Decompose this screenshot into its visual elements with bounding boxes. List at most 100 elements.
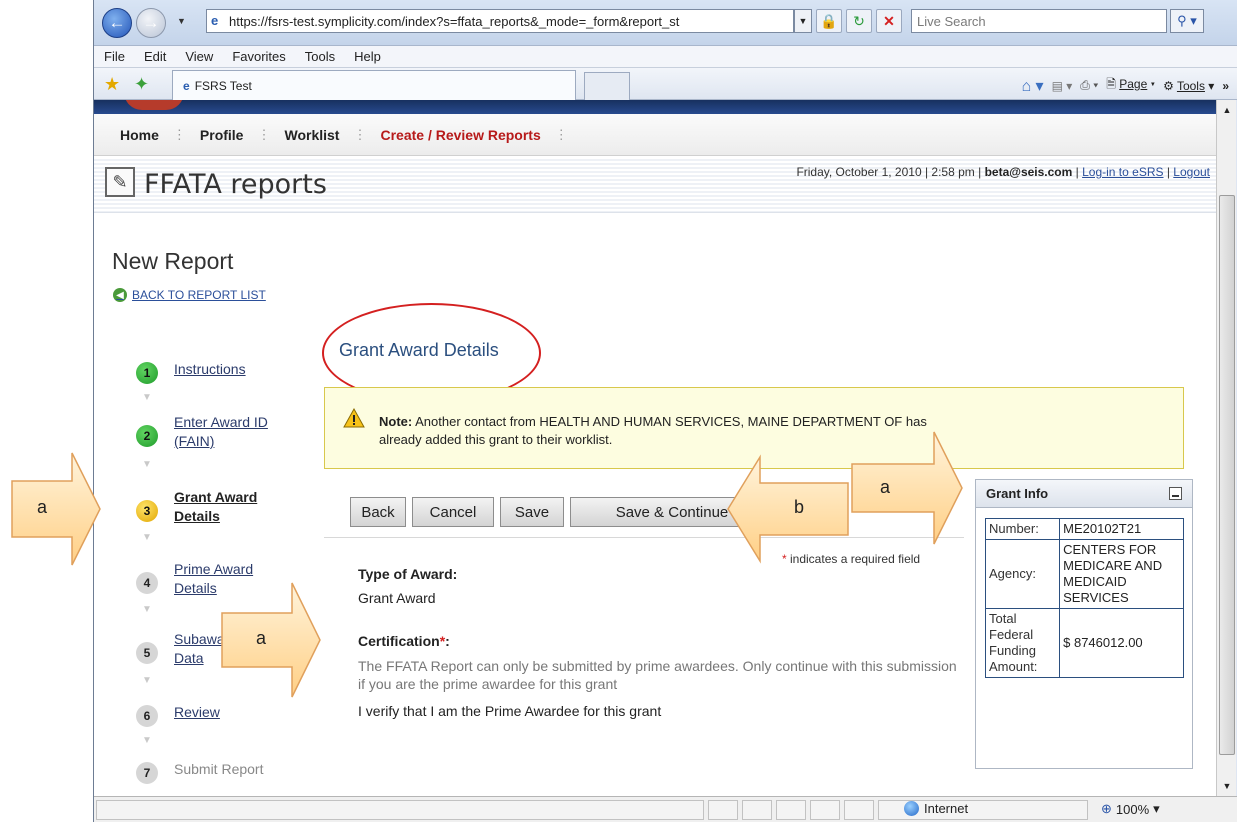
favorites-star-icon[interactable]: ★	[104, 74, 120, 95]
search-icon[interactable]: ⚲ ▾	[1170, 9, 1204, 33]
save-continue-button[interactable]: Save & Continue	[570, 497, 774, 527]
back-link-label: BACK TO REPORT LIST	[132, 288, 266, 302]
grant-info-panel: Grant Info Number: ME20102T21 Agency: CE…	[975, 479, 1193, 769]
app-header: ✎ FFATA reports Friday, October 1, 2010 …	[94, 157, 1216, 213]
back-circle-icon: ◀	[113, 288, 127, 302]
step-prime-award-details[interactable]: 4 Prime Award Details	[136, 560, 264, 598]
report-edit-icon: ✎	[105, 167, 135, 197]
step-submit-report: 7 Submit Report	[136, 760, 263, 784]
scroll-up-arrow-icon[interactable]: ▲	[1219, 102, 1235, 118]
menu-edit[interactable]: Edit	[144, 49, 166, 64]
overflow-chevron-icon[interactable]: »	[1222, 79, 1229, 93]
status-pane	[776, 800, 806, 820]
menu-file[interactable]: File	[104, 49, 125, 64]
back-arrow-icon[interactable]: ←	[102, 8, 132, 38]
step-instructions[interactable]: 1 Instructions	[136, 360, 246, 384]
step-grant-award-details[interactable]: 3 Grant Award Details	[136, 488, 264, 526]
ie-page-icon: e	[211, 13, 219, 28]
funding-value: $ 8746012.00	[1059, 608, 1184, 678]
seal-graphic	[124, 100, 184, 110]
feeds-icon[interactable]: ▤ ▾	[1052, 79, 1073, 93]
nav-worklist[interactable]: Worklist	[284, 127, 339, 143]
home-icon[interactable]: ⌂ ▾	[1021, 76, 1043, 96]
tools-menu[interactable]: ⚙ Tools ▾	[1163, 79, 1214, 93]
nav-home[interactable]: Home	[120, 127, 159, 143]
nav-separator: ⋮	[257, 126, 271, 142]
step-label: Review	[174, 704, 220, 720]
menu-help[interactable]: Help	[354, 49, 381, 64]
back-button[interactable]: Back	[350, 497, 406, 527]
current-datetime: Friday, October 1, 2010 | 2:58 pm |	[796, 165, 982, 179]
step-enter-award-id[interactable]: 2 Enter Award ID (FAIN)	[136, 413, 294, 451]
callout-label-a-right: a	[880, 477, 891, 497]
step-number: 4	[136, 572, 158, 594]
zoom-control[interactable]: ⊕ 100% ▾	[1101, 801, 1160, 817]
zone-label: Internet	[924, 801, 969, 816]
status-text-pane	[96, 800, 704, 820]
zoom-icon: ⊕	[1101, 801, 1112, 816]
number-value: ME20102T21	[1059, 518, 1184, 540]
address-bar[interactable]: e https://fsrs-test.symplicity.com/index…	[206, 9, 794, 33]
refresh-icon[interactable]: ↻	[846, 9, 872, 33]
forward-arrow-icon[interactable]: →	[136, 8, 166, 38]
status-bar: Internet ⊕ 100% ▾	[94, 796, 1237, 822]
login-esrs-link[interactable]: Log-in to eSRS	[1082, 165, 1163, 179]
table-row: Number: ME20102T21	[984, 518, 1184, 540]
menu-tools[interactable]: Tools	[305, 49, 335, 64]
tab-title: FSRS Test	[194, 78, 252, 93]
note-text: Note: Another contact from HEALTH AND HU…	[379, 414, 927, 447]
status-pane	[810, 800, 840, 820]
address-dropdown-icon[interactable]: ▼	[794, 9, 812, 33]
step-down-arrow-icon: ▼	[142, 392, 152, 403]
back-to-report-list-link[interactable]: ◀ BACK TO REPORT LIST	[113, 288, 266, 302]
step-subaward-data[interactable]: 5 Subaward Data	[136, 630, 238, 668]
nav-profile[interactable]: Profile	[200, 127, 244, 143]
certification-text: The FFATA Report can only be submitted b…	[358, 658, 957, 692]
warning-note: Note: Another contact from HEALTH AND HU…	[324, 387, 1184, 469]
scrollbar-thumb[interactable]	[1219, 195, 1235, 755]
number-label: Number:	[984, 518, 1061, 540]
user-info: Friday, October 1, 2010 | 2:58 pm | beta…	[796, 165, 1210, 179]
tab-fsrs-test[interactable]: e FSRS Test	[172, 70, 576, 100]
user-email: beta@seis.com	[984, 165, 1073, 179]
callout-label-b: b	[794, 497, 805, 517]
save-button[interactable]: Save	[500, 497, 564, 527]
menu-favorites[interactable]: Favorites	[232, 49, 285, 64]
step-review[interactable]: 6 Review	[136, 703, 220, 727]
step-number: 7	[136, 762, 158, 784]
callout-label-a-middle: a	[256, 628, 267, 648]
stop-icon[interactable]: ✕	[876, 9, 902, 33]
callout-arrow-left	[11, 452, 101, 566]
page-menu[interactable]: 🗎 Page ▾	[1106, 75, 1155, 96]
nav-create-review-reports[interactable]: Create / Review Reports	[380, 127, 540, 143]
search-input[interactable]: Live Search	[911, 9, 1167, 33]
cancel-button[interactable]: Cancel	[412, 497, 494, 527]
page-heading: New Report	[112, 248, 234, 274]
recent-pages-dropdown-icon[interactable]: ▼	[177, 16, 186, 26]
print-icon[interactable]: ⎙ ▾	[1080, 78, 1098, 93]
status-pane	[708, 800, 738, 820]
step-number: 5	[136, 642, 158, 664]
step-down-arrow-icon: ▼	[142, 604, 152, 615]
menu-view[interactable]: View	[185, 49, 213, 64]
step-down-arrow-icon: ▼	[142, 735, 152, 746]
browser-window: ← → ▼ e https://fsrs-test.symplicity.com…	[93, 0, 1237, 822]
security-zone[interactable]: Internet	[904, 801, 968, 816]
grant-info-title: Grant Info	[986, 486, 1049, 501]
logout-link[interactable]: Logout	[1173, 165, 1210, 179]
step-number: 1	[136, 362, 158, 384]
minimize-icon[interactable]	[1169, 487, 1182, 500]
table-row: Total Federal Funding Amount: $ 8746012.…	[984, 608, 1184, 678]
vertical-scrollbar[interactable]: ▲ ▼	[1216, 100, 1236, 796]
required-field-note: * indicates a required field	[782, 552, 921, 566]
step-label: Grant Award Details	[174, 489, 258, 524]
divider	[324, 537, 964, 538]
lock-icon[interactable]: 🔒	[816, 9, 842, 33]
add-favorite-icon[interactable]: ✦	[134, 74, 149, 95]
page-viewport: Home ⋮ Profile ⋮ Worklist ⋮ Create / Rev…	[94, 100, 1216, 796]
scroll-down-arrow-icon[interactable]: ▼	[1219, 778, 1235, 794]
step-label: Subaward Data	[174, 631, 238, 666]
new-tab-button[interactable]	[584, 72, 630, 100]
ie-tab-icon: e	[183, 78, 190, 93]
verify-prime-awardee-text: I verify that I am the Prime Awardee for…	[358, 703, 662, 719]
